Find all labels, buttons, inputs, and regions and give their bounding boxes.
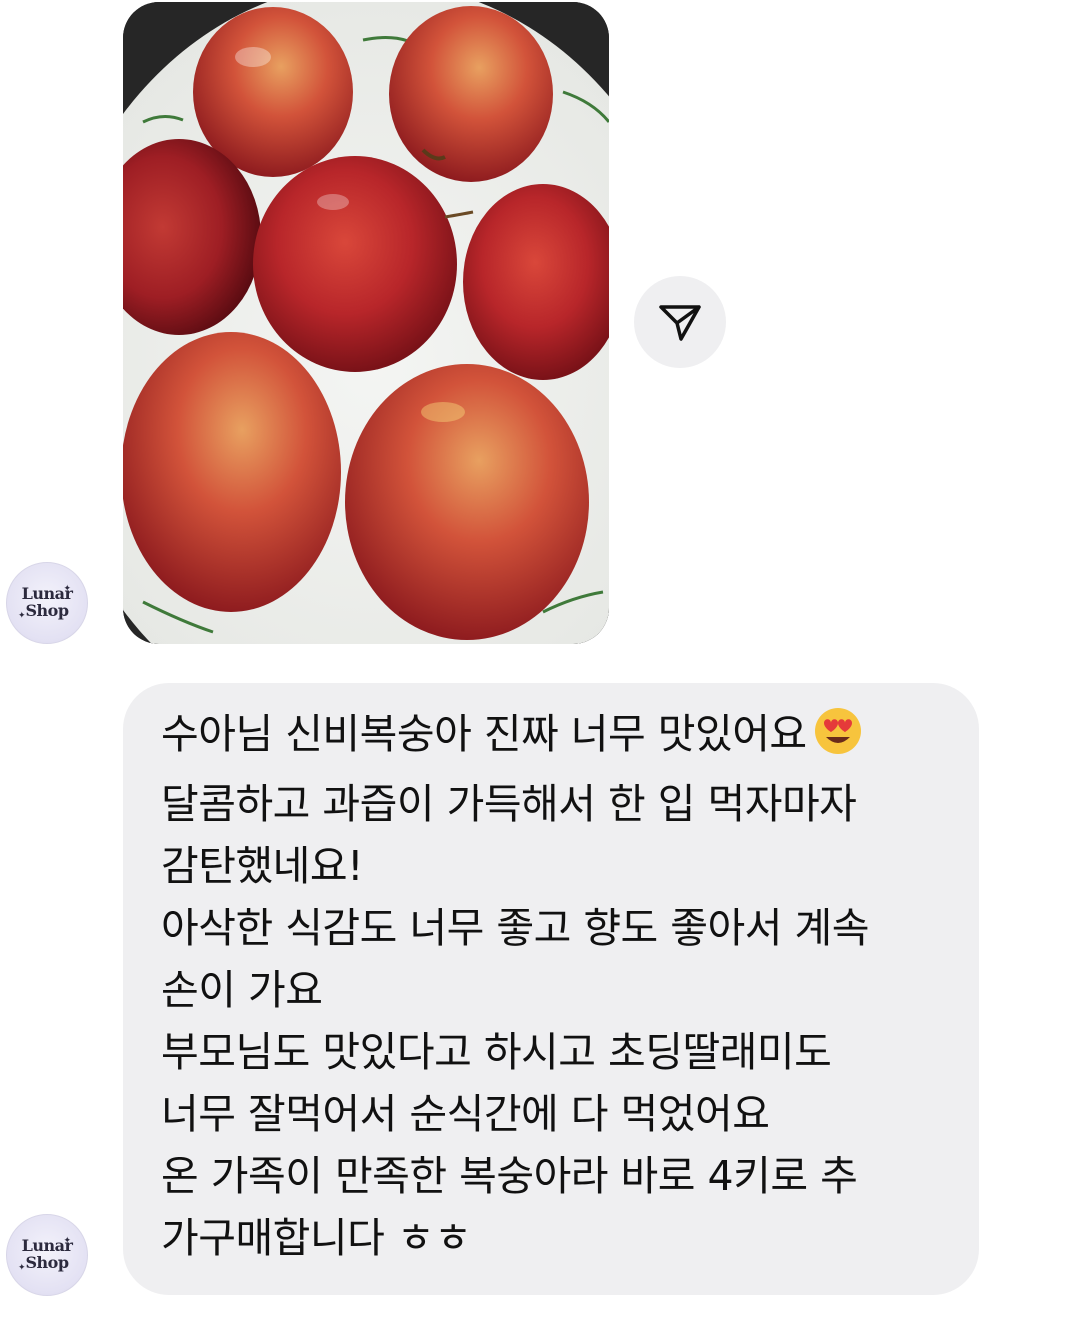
sender-avatar[interactable]: Lunar Shop ✦ ✦ xyxy=(6,562,88,644)
message-line: 너무 잘먹어서 순식간에 다 먹었어요 xyxy=(161,1090,770,1138)
message-line: 온 가족이 만족한 복숭아라 바로 4키로 추 xyxy=(161,1152,858,1200)
star-icon: ✦ xyxy=(18,1263,26,1273)
message-line: 부모님도 맛있다고 하시고 초딩딸래미도 xyxy=(161,1028,832,1076)
message-line: 가구매합니다 ㅎㅎ xyxy=(161,1214,472,1262)
send-icon xyxy=(659,305,701,341)
star-icon: ✦ xyxy=(18,611,26,621)
star-icon: ✦ xyxy=(63,584,71,594)
message-line: 감탄했네요! xyxy=(161,842,364,890)
share-button[interactable] xyxy=(634,276,726,368)
message-line: 아삭한 식감도 너무 좋고 향도 좋아서 계속 xyxy=(161,904,869,952)
heart-eyes-emoji-icon xyxy=(813,706,863,773)
message-line: 손이 가요 xyxy=(161,966,323,1014)
photo-message[interactable] xyxy=(123,2,609,644)
star-icon: ✦ xyxy=(63,1236,71,1246)
sender-avatar[interactable]: Lunar Shop ✦ ✦ xyxy=(6,1214,88,1296)
peaches-photo xyxy=(123,2,609,644)
text-message-bubble[interactable]: 수아님 신비복숭아 진짜 너무 맛있어요 달콤하고 과즙이 가득해서 한 입 먹… xyxy=(123,683,979,1295)
avatar-logo-line1: Lunar xyxy=(21,1236,73,1255)
message-line: 달콤하고 과즙이 가득해서 한 입 먹자마자 xyxy=(161,780,857,828)
message-line: 수아님 신비복숭아 진짜 너무 맛있어요 xyxy=(161,703,949,773)
avatar-logo-line1: Lunar xyxy=(21,584,73,603)
